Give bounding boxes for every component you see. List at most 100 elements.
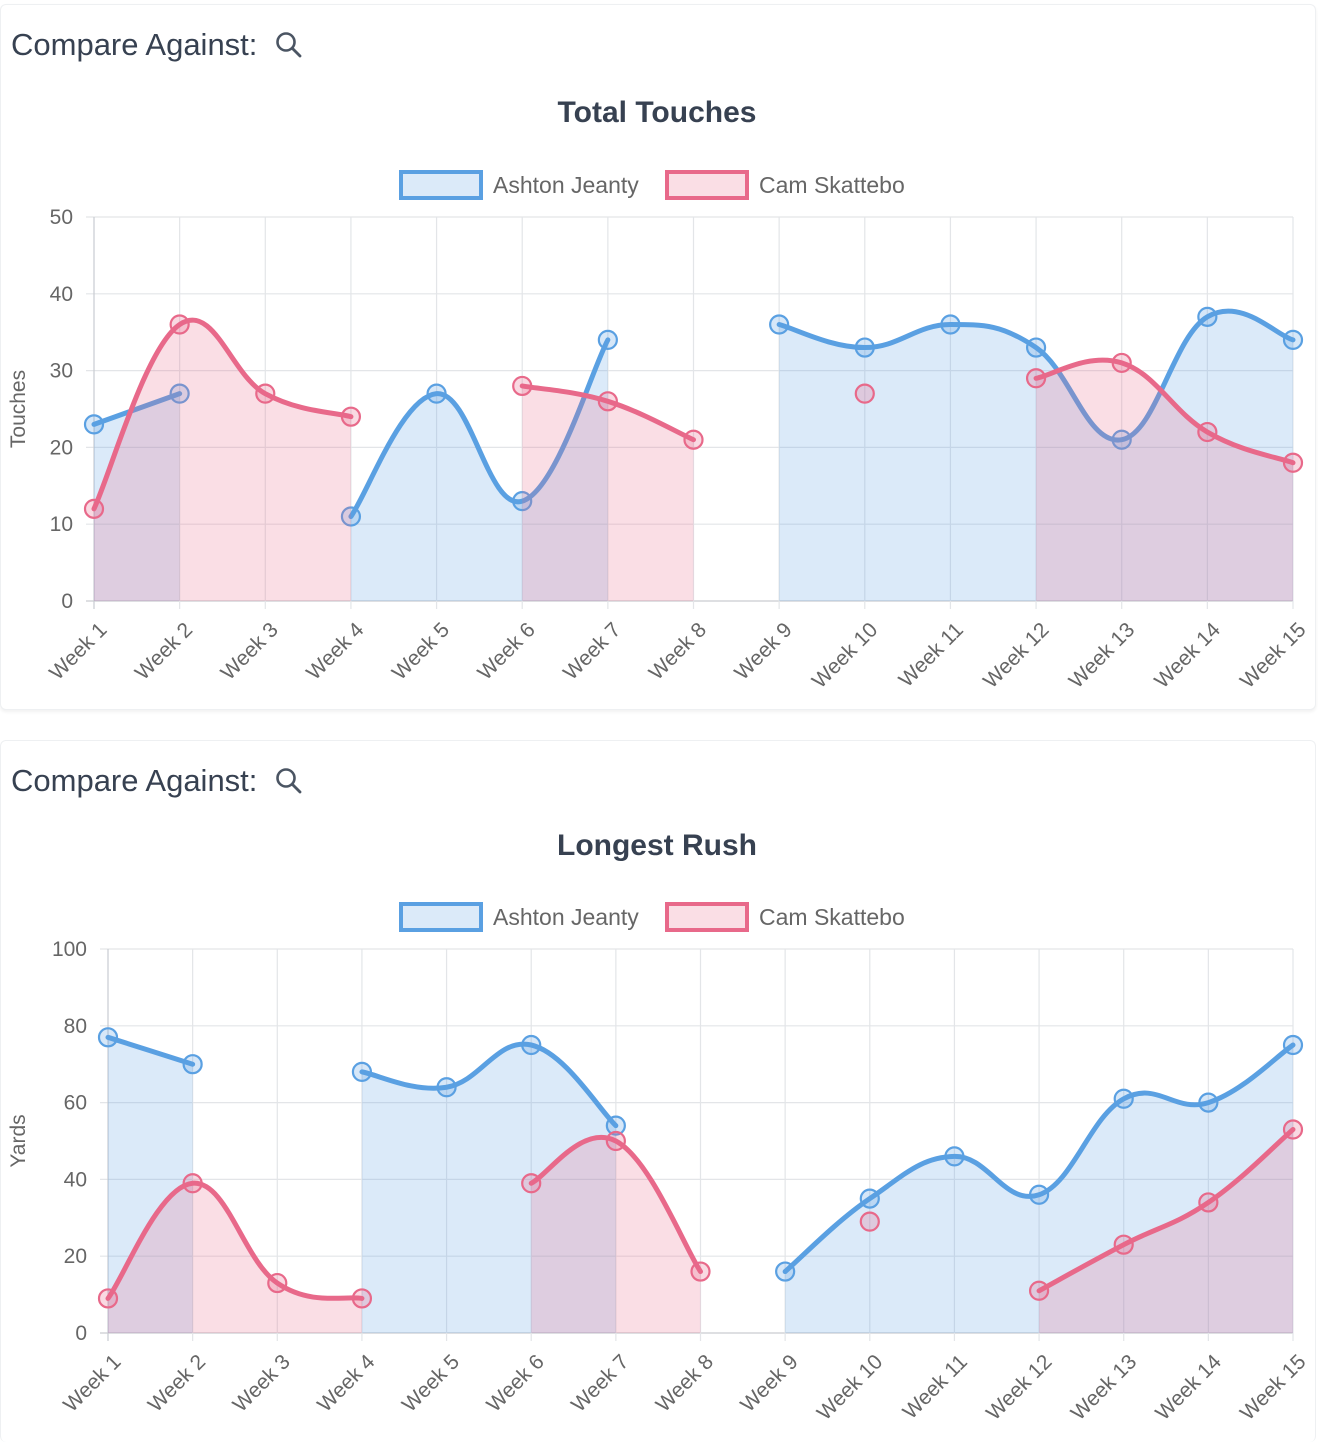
legend-item: Cam Skattebo	[665, 902, 905, 932]
chart-title: Longest Rush	[557, 829, 757, 862]
x-tick-label: Week 14	[1150, 618, 1225, 693]
y-tick-label: 80	[64, 1015, 87, 1038]
y-axis-title: Touches	[7, 370, 30, 448]
x-tick-label: Week 12	[979, 618, 1054, 693]
data-point	[1282, 1034, 1304, 1056]
x-tick-label: Week 4	[313, 1350, 380, 1417]
legend-item: Cam Skattebo	[665, 170, 905, 200]
data-point	[83, 498, 105, 519]
data-point	[521, 1173, 542, 1194]
x-tick-label: Week 12	[982, 1350, 1057, 1425]
x-tick-label: Week 8	[652, 1350, 718, 1416]
legend: Ashton Jeanty Cam Skattebo	[399, 902, 905, 932]
legend-label: Cam Skattebo	[759, 904, 905, 930]
x-tick-label: Week 10	[813, 1350, 888, 1425]
data-point	[1113, 1234, 1134, 1255]
legend-item: Ashton Jeanty	[399, 902, 639, 932]
data-point	[1113, 1088, 1134, 1109]
x-tick-label: Week 11	[898, 1350, 971, 1423]
y-tick-label: 20	[50, 436, 73, 459]
x-tick-label: Week 3	[216, 618, 282, 684]
x-tick-label: Week 10	[808, 618, 883, 693]
x-tick-label: Week 9	[736, 1350, 802, 1416]
x-tick-label: Week 9	[730, 618, 796, 684]
legend-swatch	[399, 902, 483, 932]
data-point	[854, 337, 875, 358]
legend-swatch	[665, 170, 749, 200]
x-tick-label: Week 15	[1236, 1350, 1311, 1425]
data-point	[690, 1261, 711, 1282]
y-tick-label: 60	[64, 1092, 87, 1115]
x-tick-label: Week 4	[302, 618, 369, 685]
y-tick-label: 10	[50, 513, 73, 536]
data-point	[436, 1077, 457, 1098]
legend-label: Cam Skattebo	[759, 172, 905, 198]
y-tick-label: 40	[64, 1168, 87, 1191]
data-point	[1028, 1184, 1050, 1205]
data-point	[597, 391, 618, 412]
x-tick-label: Week 5	[388, 618, 454, 684]
x-tick-label: Week 5	[398, 1350, 464, 1416]
data-point	[769, 314, 790, 335]
data-point	[859, 1211, 880, 1232]
data-point	[1111, 352, 1132, 374]
data-point	[97, 1027, 119, 1048]
data-point	[775, 1261, 796, 1282]
y-tick-label: 100	[52, 938, 87, 961]
series-area	[531, 1137, 701, 1333]
series-area	[94, 320, 351, 601]
legend-label: Ashton Jeanty	[493, 904, 639, 930]
data-point	[512, 375, 533, 397]
x-tick-label: Week 8	[645, 618, 711, 684]
data-point	[426, 383, 447, 404]
data-point	[944, 1146, 965, 1167]
x-tick-label: Week 7	[567, 1350, 633, 1416]
x-tick-label: Week 14	[1151, 1350, 1226, 1425]
data-point	[1197, 306, 1218, 327]
data-point	[521, 1034, 542, 1056]
legend-swatch	[399, 170, 483, 200]
y-tick-label: 0	[75, 1322, 87, 1345]
series-area	[522, 385, 694, 601]
data-point	[351, 1061, 373, 1082]
x-tick-label: Week 6	[482, 1350, 548, 1416]
x-tick-label: Week 7	[559, 618, 625, 684]
x-tick-label: Week 1	[45, 618, 111, 684]
x-tick-label: Week 13	[1067, 1350, 1142, 1425]
x-tick-label: Week 15	[1236, 618, 1311, 693]
x-tick-label: Week 1	[59, 1350, 125, 1416]
data-point	[255, 383, 276, 404]
longest-rush-chart: Longest Rush Ashton Jeanty Cam Skattebo 0 20…	[7, 829, 1311, 1425]
data-point	[1282, 452, 1304, 473]
data-point	[1028, 1280, 1050, 1301]
data-point	[1197, 421, 1218, 443]
data-point	[940, 314, 961, 335]
y-tick-label: 50	[50, 206, 73, 229]
data-point	[83, 414, 105, 435]
chart-card-total-touches: Compare Against: Total Touches Ashton Jea…	[0, 4, 1316, 710]
y-tick-label: 40	[50, 283, 73, 306]
data-point	[267, 1272, 288, 1294]
y-tick-label: 30	[50, 360, 73, 383]
legend-label: Ashton Jeanty	[493, 172, 639, 198]
data-point	[683, 429, 704, 450]
x-tick-label: Week 2	[144, 1350, 210, 1416]
chart-card-longest-rush: Compare Against: Longest Rush Ashton Jean…	[0, 740, 1316, 1442]
data-point	[1198, 1192, 1219, 1213]
x-tick-label: Week 3	[228, 1350, 294, 1416]
data-point	[182, 1173, 203, 1194]
chart-title: Total Touches	[558, 96, 757, 129]
data-point	[1025, 337, 1047, 358]
data-point	[854, 383, 875, 404]
x-tick-label: Week 13	[1065, 618, 1140, 693]
x-tick-label: Week 11	[894, 618, 967, 691]
legend-swatch	[665, 902, 749, 932]
x-tick-label: Week 6	[473, 618, 539, 684]
data-point	[97, 1288, 119, 1309]
data-point	[351, 1288, 373, 1309]
data-point	[340, 406, 362, 427]
data-point	[597, 329, 618, 350]
data-point	[859, 1188, 880, 1209]
data-point	[1282, 329, 1304, 350]
y-axis-title: Yards	[7, 1114, 30, 1167]
